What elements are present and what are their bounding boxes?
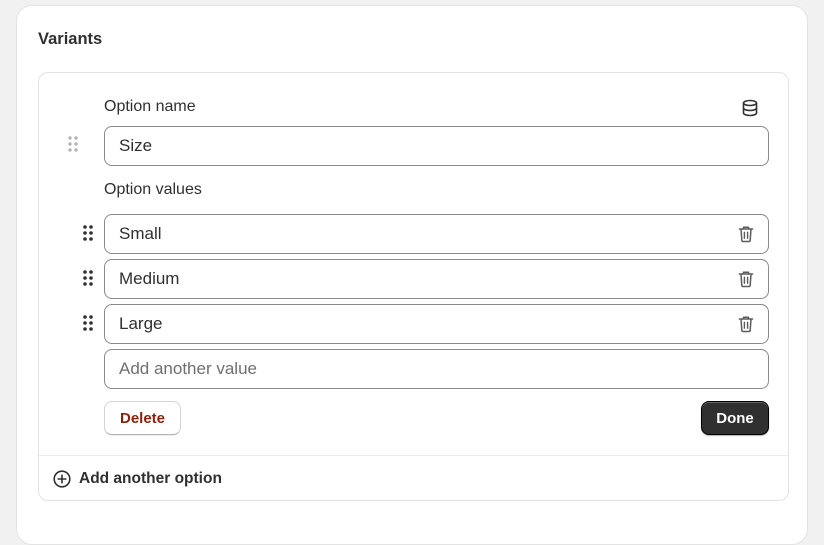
add-option-button[interactable]: Add another option	[52, 468, 222, 490]
option-drag-handle-icon[interactable]	[65, 134, 81, 154]
option-name-label: Option name	[104, 98, 196, 115]
option-value-field	[104, 259, 769, 299]
variants-card: Variants Option name Option values	[16, 5, 808, 545]
value-drag-handle-icon[interactable]	[80, 223, 96, 243]
new-value-field	[104, 349, 769, 389]
option-value-input[interactable]	[105, 215, 768, 253]
option-values-label: Option values	[104, 181, 202, 198]
option-value-field	[104, 214, 769, 254]
option-editor: Option name Option values	[38, 72, 789, 501]
done-button[interactable]: Done	[701, 401, 769, 435]
option-name-input[interactable]	[105, 127, 768, 165]
option-value-input[interactable]	[105, 260, 768, 298]
trash-icon[interactable]	[736, 224, 756, 244]
option-value-field	[104, 304, 769, 344]
add-option-label: Add another option	[79, 470, 222, 487]
database-icon[interactable]	[740, 98, 760, 118]
card-title: Variants	[38, 30, 103, 48]
value-drag-handle-icon[interactable]	[80, 313, 96, 333]
delete-button[interactable]: Delete	[104, 401, 181, 435]
value-drag-handle-icon[interactable]	[80, 268, 96, 288]
trash-icon[interactable]	[736, 269, 756, 289]
new-value-input[interactable]	[105, 350, 768, 388]
option-value-input[interactable]	[105, 305, 768, 343]
plus-circle-icon	[52, 469, 72, 489]
divider	[39, 455, 788, 456]
option-name-field	[104, 126, 769, 166]
trash-icon[interactable]	[736, 314, 756, 334]
